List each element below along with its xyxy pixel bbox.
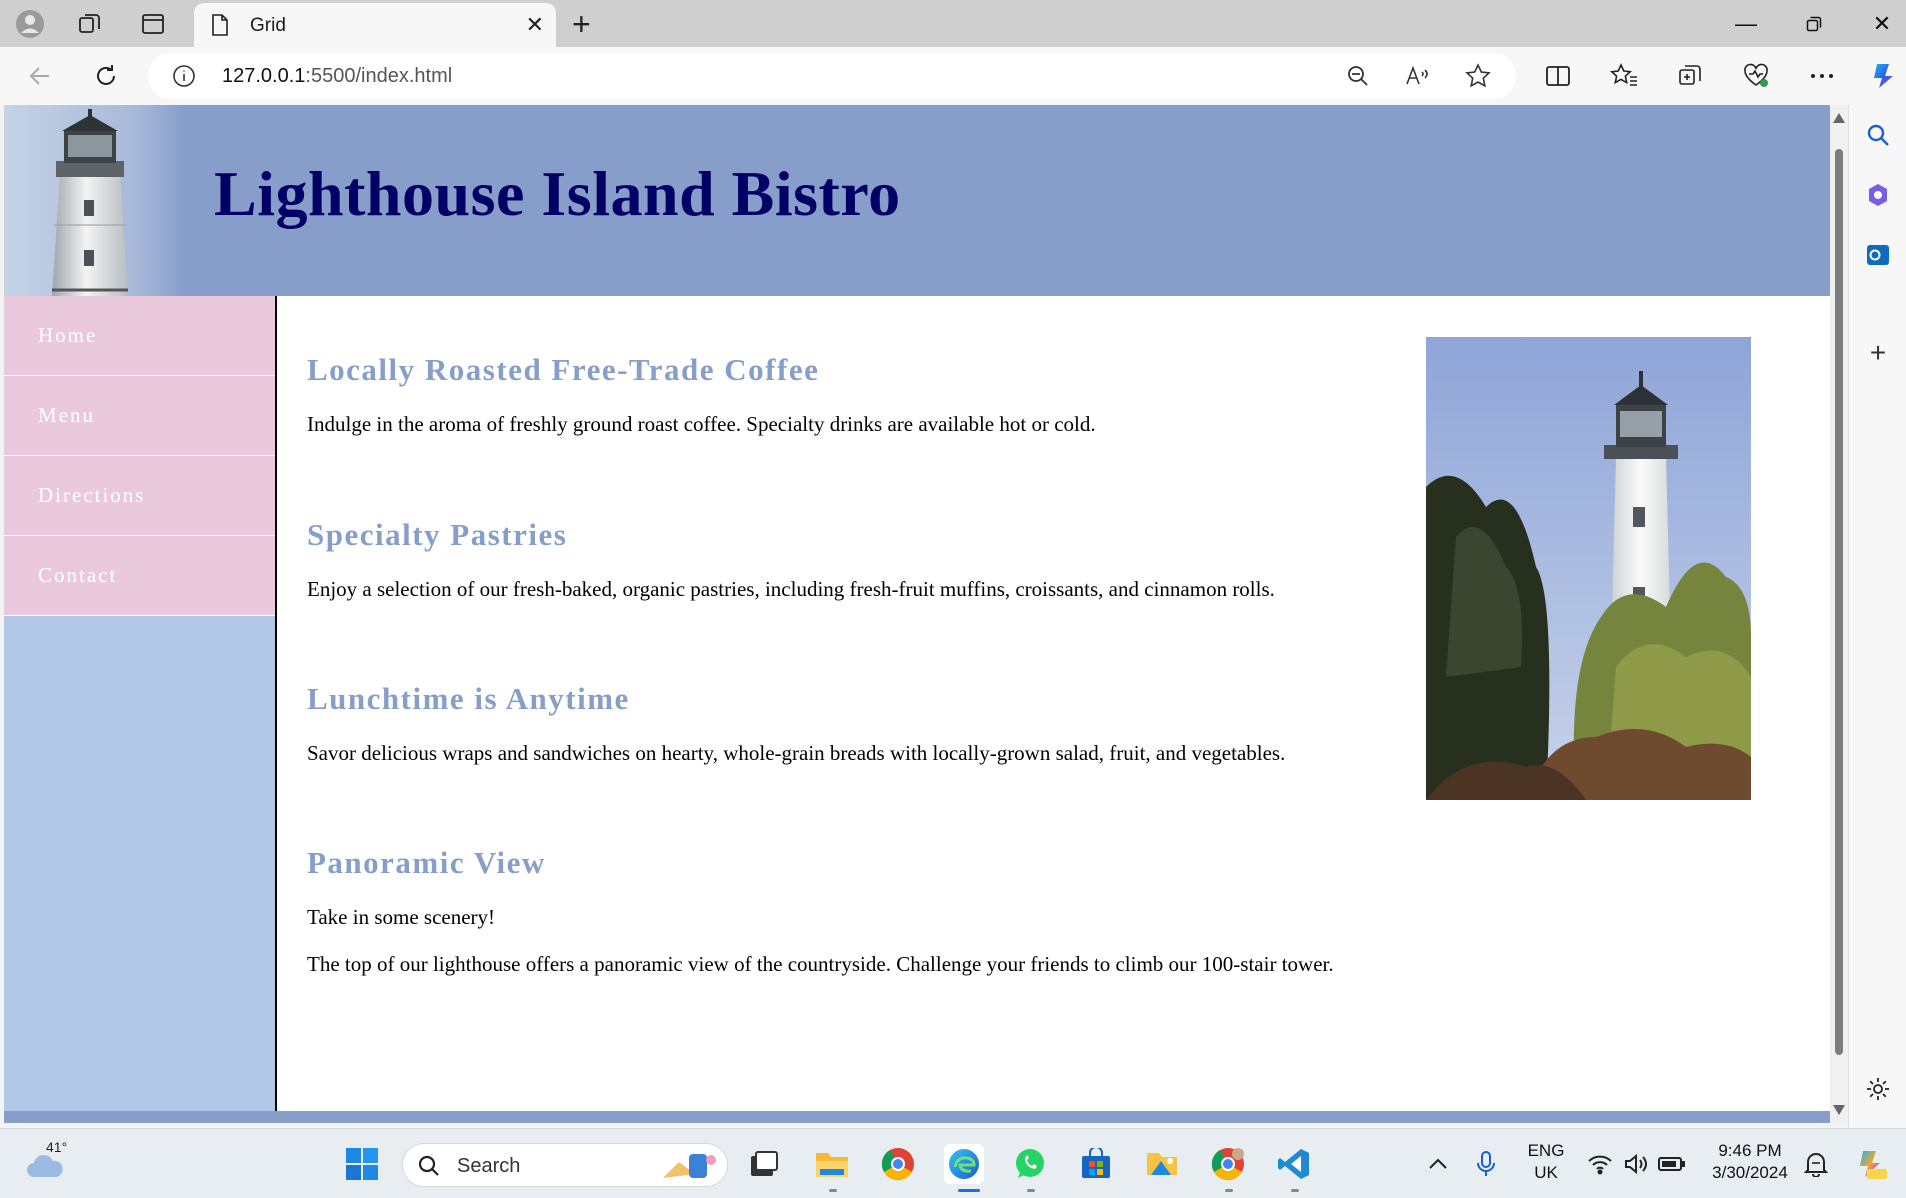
microphone-icon[interactable] [1466,1144,1506,1184]
sidebar-add-icon[interactable]: + [1862,337,1894,369]
section-panoramic: Panoramic View Take in some scenery! The… [307,845,1334,977]
sidebar-outlook-icon[interactable] [1862,239,1894,271]
read-aloud-icon[interactable] [1404,62,1432,90]
section-text: Take in some scenery! [307,905,496,929]
restore-button[interactable] [1784,6,1844,42]
weather-temperature: 41° [46,1139,68,1155]
language-indicator[interactable]: ENG UK [1520,1141,1572,1183]
running-indicator [1225,1189,1233,1192]
lighthouse-photo [1426,337,1751,800]
scrollbar-thumb[interactable] [1835,149,1843,1055]
section-heading: Specialty Pastries [307,517,568,552]
battery-icon[interactable] [1652,1144,1692,1184]
site-title: Lighthouse Island Bistro [214,158,901,229]
sidebar-settings-icon[interactable] [1862,1073,1894,1105]
search-icon [417,1154,441,1183]
section-heading: Locally Roasted Free-Trade Coffee [307,352,820,387]
search-highlight-icon [663,1154,716,1178]
weather-widget[interactable]: 41° [24,1139,72,1181]
workspaces-icon[interactable] [74,8,106,40]
file-explorer-icon[interactable] [812,1144,852,1184]
system-clock[interactable]: 9:46 PM 3/30/2024 [1694,1141,1806,1183]
tab-grid[interactable]: Grid ✕ [194,3,556,47]
whatsapp-icon[interactable] [1010,1144,1050,1184]
sidebar-copilot-icon[interactable] [1862,179,1894,211]
wifi-icon[interactable] [1580,1144,1620,1184]
running-indicator [1291,1189,1299,1192]
active-app-indicator [958,1189,980,1192]
page-scrollbar[interactable] [1830,105,1848,1123]
section-coffee: Locally Roasted Free-Trade Coffee Indulg… [307,352,1096,437]
url-text[interactable]: 127.0.0.1:5500/index.html [222,65,452,88]
sidebar-search-icon[interactable] [1862,119,1894,151]
nav-contact-link[interactable]: Contact [4,536,275,616]
favorite-star-icon[interactable] [1464,62,1492,90]
main-content: Locally Roasted Free-Trade Coffee Indulg… [277,296,1830,1111]
close-window-button[interactable]: ✕ [1852,6,1906,42]
vertical-tabs-icon[interactable] [137,8,169,40]
refresh-button[interactable] [88,58,124,94]
tab-title: Grid [250,15,286,36]
section-text: Enjoy a selection of our fresh-baked, or… [307,577,1275,601]
section-heading: Lunchtime is Anytime [307,681,630,716]
page-icon [210,13,230,42]
chrome-profile-icon[interactable] [1208,1144,1248,1184]
minimize-button[interactable]: — [1716,6,1776,42]
nav-home-link[interactable]: Home [4,296,275,376]
close-tab-icon[interactable]: ✕ [526,12,544,38]
running-indicator [829,1189,837,1192]
profile-avatar-icon[interactable] [14,8,46,40]
show-hidden-icons-icon[interactable] [1418,1144,1458,1184]
task-view-icon[interactable] [744,1144,784,1184]
start-windows-icon[interactable] [342,1144,382,1184]
back-button[interactable] [22,58,58,94]
collections-icon[interactable] [1674,60,1706,92]
copilot-preview-icon[interactable] [1850,1144,1890,1184]
section-text: The top of our lighthouse offers a panor… [307,952,1334,976]
section-text: Savor delicious wraps and sandwiches on … [307,741,1286,765]
clock-time: 9:46 PM [1718,1141,1782,1160]
taskbar-search-box[interactable]: Search [402,1143,728,1187]
volume-icon[interactable] [1616,1144,1656,1184]
favorites-icon[interactable] [1608,60,1640,92]
clock-date: 3/30/2024 [1712,1163,1788,1182]
copilot-icon[interactable] [1866,58,1902,94]
split-screen-icon[interactable] [1542,60,1574,92]
cloud-icon [27,1154,63,1177]
site-info-icon[interactable] [172,64,196,93]
running-indicator [1027,1189,1035,1192]
edge-sidebar: + [1848,105,1906,1128]
more-options-icon[interactable] [1806,60,1838,92]
page-viewport: Lighthouse Island Bistro Home Menu Direc… [4,105,1830,1123]
section-text: Indulge in the aroma of freshly ground r… [307,412,1096,436]
nav-directions-link[interactable]: Directions [4,456,275,536]
photos-icon[interactable] [1142,1144,1182,1184]
chrome-icon[interactable] [878,1144,918,1184]
scroll-down-arrow-icon[interactable] [1833,1105,1845,1115]
header-lighthouse-image [4,105,184,296]
browser-tab-bar: Grid ✕ + — ✕ [0,0,1906,47]
section-heading: Panoramic View [307,845,546,880]
new-tab-button[interactable]: + [572,6,591,43]
nav-menu-link[interactable]: Menu [4,376,275,456]
search-label: Search [457,1155,521,1177]
vscode-icon[interactable] [1274,1144,1314,1184]
scroll-up-arrow-icon[interactable] [1833,113,1845,123]
site-header: Lighthouse Island Bistro [4,105,1830,296]
notification-bell-icon[interactable] [1796,1144,1836,1184]
section-lunch: Lunchtime is Anytime Savor delicious wra… [307,681,1285,766]
microsoft-store-icon[interactable] [1076,1144,1116,1184]
side-navigation: Home Menu Directions Contact [4,296,277,1111]
section-pastries: Specialty Pastries Enjoy a selection of … [307,517,1275,602]
browser-essentials-icon[interactable] [1740,60,1772,92]
windows-taskbar: 41° Search ENG UK 9:46 PM 3/30/2024 [0,1128,1906,1198]
page-footer-bar [4,1111,1830,1123]
browser-toolbar: 127.0.0.1:5500/index.html [0,47,1906,105]
zoom-out-icon[interactable] [1344,62,1372,90]
address-bar[interactable]: 127.0.0.1:5500/index.html [148,53,1516,99]
edge-icon[interactable] [944,1144,984,1184]
